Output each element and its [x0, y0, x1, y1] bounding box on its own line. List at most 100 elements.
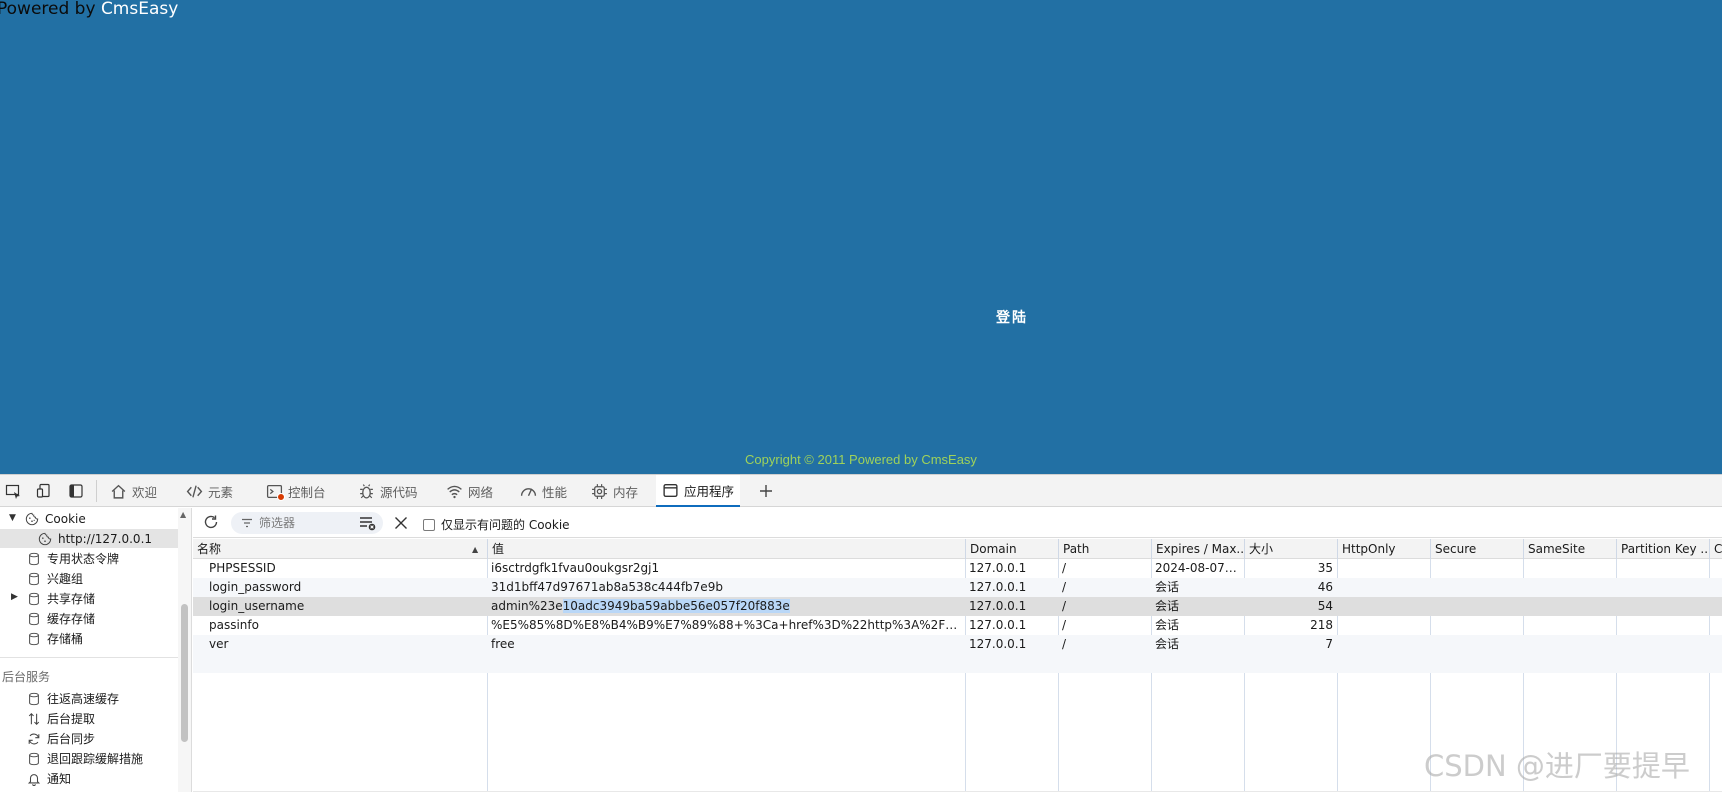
tab-network[interactable]: 网络 — [440, 475, 499, 507]
add-tab-icon[interactable] — [757, 482, 775, 500]
application-sidebar: ▼ Cookie http://127.0.0.1 专用状态令牌 兴趣组 ▶ 共… — [0, 508, 192, 792]
cell-domain: 127.0.0.1 — [969, 561, 1027, 575]
cell-path: / — [1062, 561, 1067, 575]
sidebar-item-bounce-tracking[interactable]: 退回跟踪缓解措施 — [0, 749, 178, 768]
empty-row — [193, 654, 1722, 673]
cell-expires: 会话 — [1155, 599, 1180, 613]
table-row-selected[interactable]: login_username admin%23e10adc3949ba59abb… — [193, 597, 1722, 616]
column-header-partition-key[interactable]: Partition Key ... — [1616, 539, 1709, 559]
login-button[interactable]: 登陆 — [984, 306, 1040, 328]
cookie-toolbar: 仅显示有问题的 Cookie — [193, 508, 1722, 538]
device-toggle-icon[interactable] — [35, 482, 53, 500]
sidebar-item-notifications[interactable]: 通知 — [0, 769, 178, 788]
column-header-cross-site[interactable]: Cr — [1709, 539, 1722, 559]
value-text: admin%23e — [491, 599, 563, 613]
scrollbar-thumb[interactable] — [181, 604, 188, 742]
cell-name: login_username — [209, 599, 305, 613]
sidebar-item-storage-buckets[interactable]: 存储桶 — [0, 629, 178, 648]
error-badge — [277, 493, 285, 501]
cell-expires: 2024-08-07T1... — [1155, 561, 1244, 575]
database-icon — [29, 572, 39, 585]
cookie-icon — [25, 512, 39, 525]
database-icon — [29, 612, 39, 625]
cell-size: 54 — [1317, 599, 1333, 613]
powered-brand-link[interactable]: CmsEasy — [101, 0, 178, 19]
tab-console[interactable]: 控制台 — [260, 475, 332, 507]
cell-path: / — [1062, 637, 1067, 651]
column-header-path[interactable]: Path — [1058, 539, 1151, 559]
sidebar-item-cookie-origin[interactable]: http://127.0.0.1 — [0, 529, 178, 548]
column-header-size[interactable]: 大小 — [1244, 539, 1337, 559]
tab-welcome[interactable]: 欢迎 — [104, 475, 163, 507]
cell-value: free — [491, 637, 515, 651]
delete-selected-icon[interactable] — [393, 515, 409, 531]
devtools-panel: 欢迎 元素 控制台 源代码 网络 性能 内存 应用程序 ▼ Cookie htt… — [0, 474, 1722, 792]
dock-icon[interactable] — [67, 482, 85, 500]
powered-prefix: Powered by — [0, 0, 101, 19]
filter-icon — [242, 518, 252, 528]
devtools-tabbar: 欢迎 元素 控制台 源代码 网络 性能 内存 应用程序 — [0, 475, 1722, 507]
cell-domain: 127.0.0.1 — [969, 618, 1027, 632]
bell-icon — [27, 773, 41, 786]
column-header-samesite[interactable]: SameSite — [1523, 539, 1616, 559]
refresh-icon[interactable] — [202, 514, 220, 532]
sidebar-item-private-state-tokens[interactable]: 专用状态令牌 — [0, 549, 178, 568]
column-header-value[interactable]: 值 — [487, 539, 921, 559]
tab-elements[interactable]: 元素 — [180, 475, 239, 507]
scroll-up-icon[interactable]: ▲ — [180, 510, 186, 519]
cell-expires: 会话 — [1155, 580, 1180, 594]
page-viewport: Powered by CmsEasy 登陆 Copyright © 2011 P… — [0, 0, 1722, 474]
tab-sources[interactable]: 源代码 — [352, 475, 424, 507]
column-header-httponly[interactable]: HttpOnly — [1337, 539, 1430, 559]
column-header-name[interactable]: 名称 — [193, 539, 487, 559]
cell-value: %E5%85%8D%E8%B4%B9%E7%89%88+%3Ca+href%3D… — [491, 618, 965, 632]
clear-all-cookies-icon[interactable] — [359, 515, 377, 531]
cell-size: 7 — [1325, 637, 1333, 651]
tab-performance[interactable]: 性能 — [514, 475, 573, 507]
tab-memory[interactable]: 内存 — [585, 475, 644, 507]
cell-size: 35 — [1317, 561, 1333, 575]
cell-size: 46 — [1317, 580, 1333, 594]
value-text-selection: 10adc3949ba59abbe56e057f20f883e — [562, 599, 790, 613]
sidebar-divider — [0, 657, 178, 658]
sidebar-item-shared-storage[interactable]: 共享存储 — [0, 589, 178, 608]
sidebar-item-bfcache[interactable]: 往返高速缓存 — [0, 689, 178, 708]
sidebar-item-background-sync[interactable]: 后台同步 — [0, 729, 178, 748]
tab-application[interactable]: 应用程序 — [656, 475, 741, 507]
table-row[interactable]: PHPSESSID i6sctrdgfk1fvau0oukgsr2gj1 127… — [193, 559, 1722, 578]
sidebar-item-background-fetch[interactable]: 后台提取 — [0, 709, 178, 728]
table-header-row: 名称 ▲ 值 Domain Path Expires / Max... 大小 H… — [193, 539, 1722, 559]
cell-path: / — [1062, 599, 1067, 613]
column-header-secure[interactable]: Secure — [1430, 539, 1523, 559]
database-icon — [29, 632, 39, 645]
inspect-icon[interactable] — [4, 482, 22, 500]
chip-icon — [592, 483, 607, 499]
powered-by-text: Powered by CmsEasy — [0, 0, 178, 19]
cell-domain: 127.0.0.1 — [969, 580, 1027, 594]
cell-domain: 127.0.0.1 — [969, 637, 1027, 651]
copyright-footer: Copyright © 2011 Powered by CmsEasy — [745, 452, 977, 467]
sort-ascending-icon: ▲ — [472, 545, 479, 554]
sidebar-item-cache-storage[interactable]: 缓存存储 — [0, 609, 178, 628]
sidebar-item-interest-groups[interactable]: 兴趣组 — [0, 569, 178, 588]
sidebar-scrollbar[interactable]: ▲ — [178, 508, 191, 792]
table-row[interactable]: passinfo %E5%85%8D%E8%B4%B9%E7%89%88+%3C… — [193, 616, 1722, 635]
toolbar-separator — [96, 480, 97, 502]
window-icon — [663, 483, 678, 497]
table-row[interactable]: login_password 31d1bff47d97671ab8a538c44… — [193, 578, 1722, 597]
issues-only-checkbox[interactable]: 仅显示有问题的 Cookie — [423, 516, 570, 533]
table-row[interactable]: ver free 127.0.0.1 / 会话 7 — [193, 635, 1722, 654]
checkbox-box[interactable] — [423, 518, 435, 531]
database-icon — [29, 552, 39, 565]
column-header-expires[interactable]: Expires / Max... — [1151, 539, 1244, 559]
cell-domain: 127.0.0.1 — [969, 599, 1027, 613]
sidebar-item-cookie[interactable]: Cookie — [0, 509, 178, 528]
cell-size: 218 — [1310, 618, 1333, 632]
column-header-domain[interactable]: Domain — [965, 539, 1058, 559]
cell-name: login_password — [209, 580, 302, 594]
wifi-icon — [447, 485, 462, 498]
code-icon — [186, 484, 203, 498]
database-icon — [29, 752, 39, 765]
database-icon — [29, 592, 39, 605]
cell-value: 31d1bff47d97671ab8a538c444fb7e9b — [491, 580, 723, 594]
